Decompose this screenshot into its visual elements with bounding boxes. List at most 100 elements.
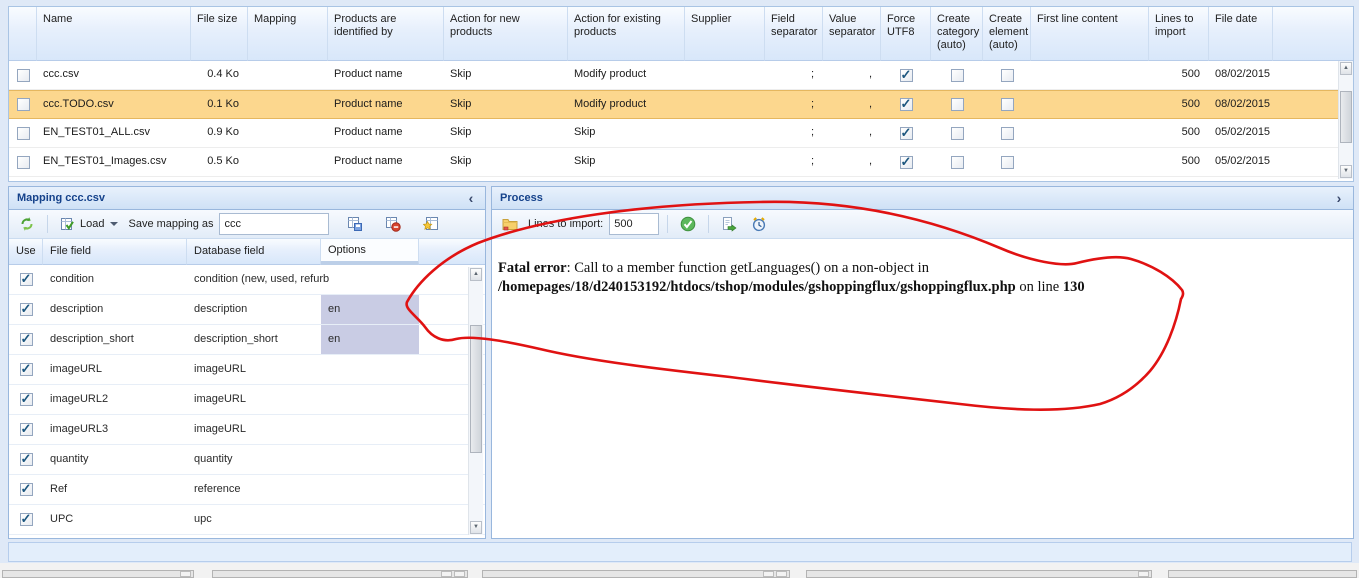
row-select-checkbox[interactable] [16,68,30,82]
row-select-checkbox[interactable] [16,98,30,111]
file-grid-col-value-separator[interactable]: Value separator [823,7,881,61]
mapping-row[interactable]: quantity quantity [9,445,485,475]
taskbar-panel[interactable] [212,570,468,578]
create-category-auto-checkbox[interactable] [950,126,964,140]
mapping-row[interactable]: description description en [9,295,485,325]
file-grid-col-name[interactable]: Name [37,7,191,61]
taskbar-panel-button[interactable] [454,571,465,577]
table-row[interactable]: EN_TEST01_Images.csv 0.5 Ko Product name Sk… [9,148,1353,177]
mapping-row[interactable]: description_short description_short en [9,325,485,355]
file-grid-col-lines-to-import[interactable]: Lines to import [1149,7,1209,61]
file-grid-col-force-utf8[interactable]: Force UTF8 [881,7,931,61]
use-checkbox[interactable] [19,331,33,347]
use-checkbox[interactable] [19,391,33,407]
taskbar-panel-button[interactable] [776,571,787,577]
cell-options[interactable] [329,265,427,294]
force-utf8-checkbox[interactable] [899,96,913,112]
scroll-down-button[interactable]: ▼ [1340,165,1352,178]
mapping-row[interactable]: UPC upc [9,505,485,535]
file-grid-col-first-line-content[interactable]: First line content [1031,7,1149,61]
create-element-auto-checkbox[interactable] [1000,155,1014,169]
file-grid-col-mapping[interactable]: Mapping [248,7,328,61]
table-row[interactable]: ccc.csv 0.4 Ko Product name Skip Modify prod… [9,61,1353,90]
use-checkbox[interactable] [19,451,33,467]
file-grid-col-create-category-auto[interactable]: Create category (auto) [931,7,983,61]
use-checkbox[interactable] [19,361,33,377]
taskbar-panel[interactable] [1168,570,1357,578]
scroll-up-button[interactable]: ▲ [1340,62,1352,75]
refresh-button[interactable] [15,213,39,235]
mapping-row[interactable]: Ref reference [9,475,485,505]
taskbar-panel-button[interactable] [180,571,191,577]
file-grid-col-products-are-identified-by[interactable]: Products are identified by [328,7,444,61]
scroll-thumb[interactable] [1340,91,1352,143]
file-grid-scrollbar[interactable]: ▲ ▼ [1338,61,1353,179]
taskbar-panel-button[interactable] [763,571,774,577]
mapping-col-file-field[interactable]: File field [43,239,187,265]
mapping-row[interactable]: imageURL imageURL [9,355,485,385]
schedule-button[interactable] [747,213,771,235]
force-utf8-checkbox[interactable] [899,154,913,170]
file-grid-col-select[interactable] [9,7,37,61]
table-row[interactable]: EN_TEST01_ALL.csv 0.9 Ko Product name Skip S… [9,119,1353,148]
lines-to-import-input[interactable] [609,213,660,235]
mapping-row[interactable]: condition condition (new, used, refurb [9,265,485,295]
file-grid-col-field-separator[interactable]: Field separator [765,7,823,61]
mapping-grid-scrollbar[interactable]: ▲ ▼ [468,267,483,535]
cell-options[interactable] [321,475,419,504]
table-row[interactable]: ccc.TODO.csv 0.1 Ko Product name Skip Modify… [9,90,1353,119]
taskbar-panel[interactable] [2,570,194,578]
row-select-checkbox[interactable] [16,126,30,140]
collapse-panel-icon[interactable]: ‹ [463,187,479,210]
new-mapping-button[interactable] [419,213,443,235]
mapping-col-use[interactable]: Use [9,239,43,265]
cell-options[interactable]: en [321,295,419,324]
mapping-row[interactable]: imageURL2 imageURL [9,385,485,415]
file-grid-col-action-for-existing-products[interactable]: Action for existing products [568,7,685,61]
mapping-name-input[interactable] [219,213,330,235]
row-select-checkbox[interactable] [16,155,30,169]
use-checkbox[interactable] [19,421,33,437]
file-grid-col-file-date[interactable]: File date [1209,7,1273,61]
scroll-thumb[interactable] [470,325,482,453]
force-utf8-checkbox[interactable] [899,125,913,141]
south-collapsed-panel[interactable] [8,542,1352,562]
use-checkbox[interactable] [19,271,33,287]
create-element-auto-checkbox[interactable] [1000,98,1014,111]
scroll-up-button[interactable]: ▲ [470,268,482,281]
taskbar-panel[interactable] [482,570,790,578]
create-category-auto-checkbox[interactable] [950,68,964,82]
export-run-button[interactable] [717,213,741,235]
mapping-col-database-field[interactable]: Database field [187,239,321,265]
expand-panel-icon[interactable]: › [1331,187,1347,210]
save-mapping-button[interactable] [343,213,367,235]
cell-options[interactable]: en [321,325,419,354]
create-category-auto-checkbox[interactable] [950,98,964,111]
file-grid-col-supplier[interactable]: Supplier [685,7,765,61]
cell-options[interactable] [321,385,419,414]
mapping-row[interactable]: imageURL3 imageURL [9,415,485,445]
use-checkbox[interactable] [19,511,33,527]
cell-options[interactable] [321,445,419,474]
delete-mapping-button[interactable] [381,213,405,235]
cell-options[interactable] [321,505,419,534]
taskbar-panel-button[interactable] [441,571,452,577]
cell-options[interactable] [321,355,419,384]
scroll-down-button[interactable]: ▼ [470,521,482,534]
load-mapping-button[interactable]: Load [56,213,122,235]
taskbar-panel[interactable] [806,570,1152,578]
mapping-col-options[interactable]: Options [321,239,419,265]
file-grid-col-action-for-new-products[interactable]: Action for new products [444,7,568,61]
use-checkbox[interactable] [19,301,33,317]
file-grid-col-file-size[interactable]: File size [191,7,248,61]
create-element-auto-checkbox[interactable] [1000,68,1014,82]
create-element-auto-checkbox[interactable] [1000,126,1014,140]
open-file-button[interactable] [498,213,522,235]
start-import-button[interactable] [676,213,700,235]
use-checkbox[interactable] [19,481,33,497]
file-grid-col-create-element-auto[interactable]: Create element (auto) [983,7,1031,61]
create-category-auto-checkbox[interactable] [950,155,964,169]
taskbar-panel-button[interactable] [1138,571,1149,577]
cell-options[interactable] [321,415,419,444]
force-utf8-checkbox[interactable] [899,67,913,83]
